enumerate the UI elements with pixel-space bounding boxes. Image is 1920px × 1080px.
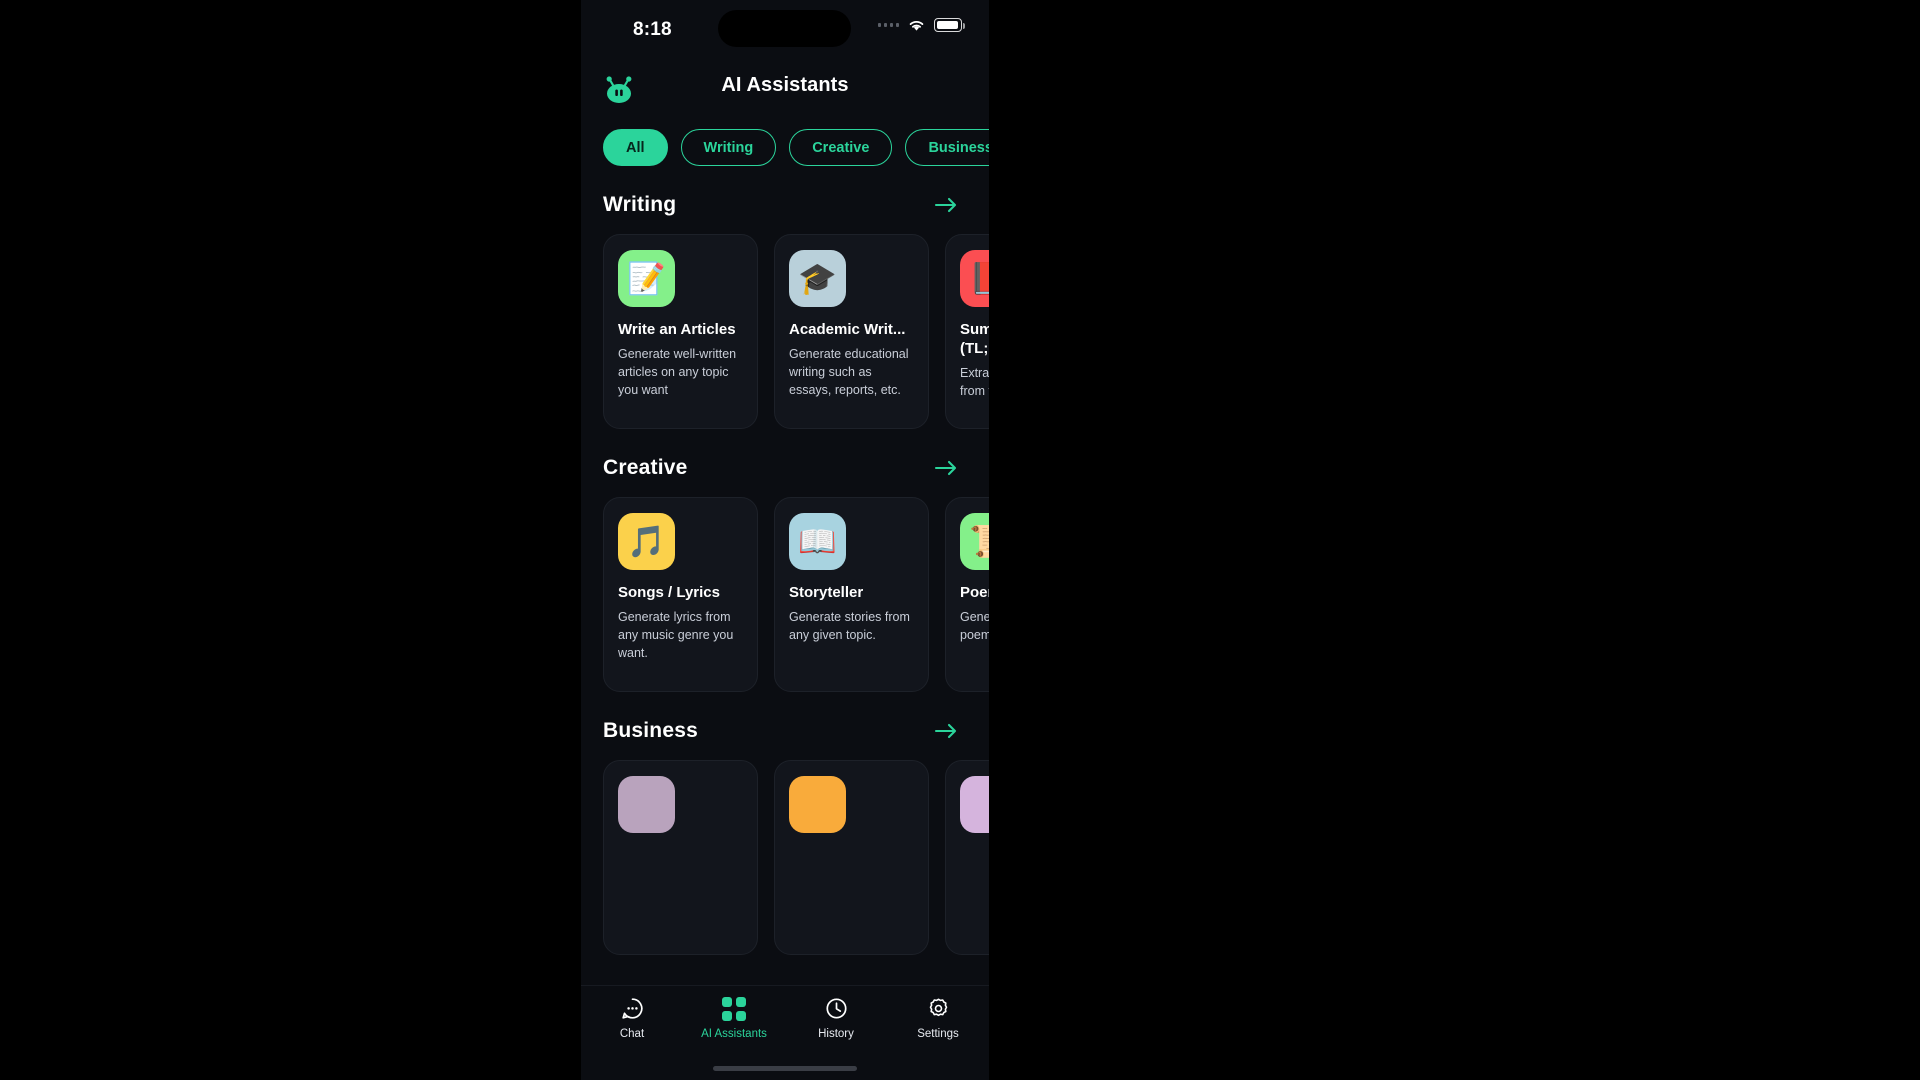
assistant-card[interactable]: 📝 Write an Articles Generate well-written … xyxy=(603,234,758,429)
assistant-card[interactable] xyxy=(774,760,929,955)
graduation-cap-icon: 🎓 xyxy=(789,250,846,307)
chat-bubble-icon xyxy=(620,996,645,1021)
home-indicator xyxy=(713,1066,857,1071)
tab-label: Chat xyxy=(619,1028,645,1040)
open-book-icon: 📖 xyxy=(789,513,846,570)
tab-settings[interactable]: Settings xyxy=(887,996,989,1056)
filter-chip-business[interactable]: Business xyxy=(905,129,989,166)
assistant-card-description: Generate lyrics from any music genre you… xyxy=(618,610,734,660)
arrow-right-icon[interactable] xyxy=(933,721,959,741)
assistant-sections: Writing 📝 Write an Articles Generate well-w… xyxy=(581,193,989,955)
section-title: Creative xyxy=(603,456,688,479)
status-bar: 8:18 xyxy=(581,0,989,62)
filter-chip-all[interactable]: All xyxy=(603,129,668,166)
tab-ai-assistants[interactable]: AI Assistants xyxy=(683,996,785,1056)
category-filter-row[interactable]: AllWritingCreativeBusinessSocial xyxy=(581,120,989,166)
assistant-card-title: Summarize (TL;DR) xyxy=(960,321,989,358)
gear-icon xyxy=(926,996,951,1021)
assistant-card-title: Storyteller xyxy=(789,584,864,601)
section-title: Writing xyxy=(603,193,677,216)
app-header: AI Assistants xyxy=(581,62,989,120)
section-business: Business xyxy=(581,719,989,955)
tab-chat[interactable]: Chat xyxy=(581,996,683,1056)
filter-chip-writing[interactable]: Writing xyxy=(680,129,777,166)
assistant-card-title: Academic Writ... xyxy=(789,321,906,338)
phone-viewport: 8:18 AI Assistants All Writing Creative … xyxy=(581,0,989,1080)
cellular-dots-icon xyxy=(877,23,899,27)
status-bar-time: 8:18 xyxy=(633,19,672,40)
tab-history[interactable]: History xyxy=(785,996,887,1056)
section-header: Writing xyxy=(581,193,989,217)
battery-icon xyxy=(934,18,965,32)
assistant-card-description: Generate well-written articles on any to… xyxy=(618,347,737,397)
idea-icon xyxy=(960,776,989,833)
music-note-icon: 🎵 xyxy=(618,513,675,570)
section-creative: Creative 🎵 Songs / Lyrics Generate lyrics f… xyxy=(581,456,989,692)
assistant-card-description: Extract key points from text xyxy=(960,366,989,399)
assistant-card[interactable] xyxy=(945,760,989,955)
assistant-card-title: Poems xyxy=(960,584,989,601)
wifi-icon xyxy=(907,18,926,32)
business-card-icon xyxy=(618,776,675,833)
assistant-card-title: Write an Articles xyxy=(618,321,736,338)
scroll-icon: 📜 xyxy=(960,513,989,570)
status-bar-indicators xyxy=(877,18,965,32)
document-icon: 📕 xyxy=(960,250,989,307)
arrow-right-icon[interactable] xyxy=(933,195,959,215)
filter-chip-creative[interactable]: Creative xyxy=(789,129,893,166)
assistant-card-title: Songs / Lyrics xyxy=(618,584,720,601)
assistant-card[interactable]: 📖 Storyteller Generate stories from any gi… xyxy=(774,497,929,692)
assistant-card-description: Generate educational writing such as ess… xyxy=(789,347,909,397)
assistant-card-description: Generate stories from any given topic. xyxy=(789,610,910,642)
clock-icon xyxy=(824,996,849,1021)
page-title: AI Assistants xyxy=(721,74,849,96)
assistant-card[interactable]: 📕 Summarize (TL;DR) Extract key points fro… xyxy=(945,234,989,429)
memo-pencil-icon: 📝 xyxy=(618,250,675,307)
card-row[interactable]: 📝 Write an Articles Generate well-written … xyxy=(581,217,989,429)
section-title: Business xyxy=(603,719,698,742)
section-header: Creative xyxy=(581,456,989,480)
section-writing: Writing 📝 Write an Articles Generate well-w… xyxy=(581,193,989,429)
assistant-card[interactable] xyxy=(603,760,758,955)
dynamic-island xyxy=(718,10,851,47)
email-icon xyxy=(789,776,846,833)
assistant-card-description: Generate different poems xyxy=(960,610,989,642)
arrow-right-icon[interactable] xyxy=(933,458,959,478)
assistant-card[interactable]: 🎵 Songs / Lyrics Generate lyrics from any … xyxy=(603,497,758,692)
tab-label: AI Assistants xyxy=(701,1028,767,1040)
grid-apps-icon xyxy=(722,996,747,1021)
card-row[interactable] xyxy=(581,743,989,955)
assistant-card[interactable]: 🎓 Academic Writ... Generate educational wr… xyxy=(774,234,929,429)
bottom-tab-bar[interactable]: Chat AI Assistants History Settings xyxy=(581,985,989,1080)
tab-label: Settings xyxy=(917,1028,959,1040)
card-row[interactable]: 🎵 Songs / Lyrics Generate lyrics from any … xyxy=(581,480,989,692)
screenshot-root: 8:18 AI Assistants All Writing Creative … xyxy=(0,0,1920,1080)
section-header: Business xyxy=(581,719,989,743)
assistant-card[interactable]: 📜 Poems Generate different poems xyxy=(945,497,989,692)
tab-label: History xyxy=(818,1028,854,1040)
